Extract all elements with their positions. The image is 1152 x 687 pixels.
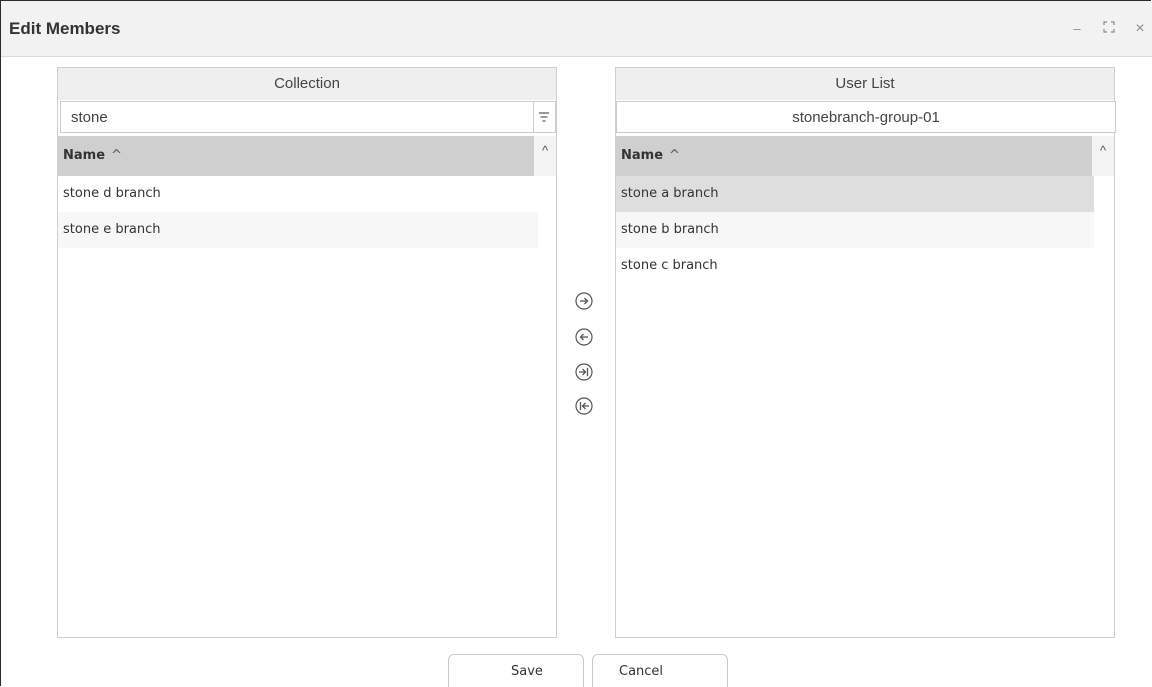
user-list-header: User List (616, 68, 1114, 100)
list-item[interactable]: stone c branch (616, 248, 1094, 284)
filter-icon[interactable] (534, 101, 556, 133)
group-name-field[interactable] (616, 101, 1116, 133)
list-item[interactable]: stone e branch (58, 212, 538, 248)
maximize-icon[interactable] (1101, 21, 1117, 37)
dialog-title: Edit Members (9, 19, 121, 38)
cancel-button[interactable]: Cancel (592, 654, 728, 687)
list-item[interactable]: stone b branch (616, 212, 1094, 248)
sort-caret-icon: ^ (111, 148, 122, 163)
collection-panel: Collection Name ^ ^ stone d branch stone … (57, 67, 557, 638)
title-bar: Edit Members – × (1, 1, 1152, 57)
name-column-label: Name (621, 148, 664, 163)
collection-header: Collection (58, 68, 556, 100)
user-list-panel: User List Name ^ ^ stone a branch stone b… (615, 67, 1116, 638)
name-column-header[interactable]: Name ^ (616, 136, 1092, 176)
move-all-right-icon[interactable] (574, 362, 594, 382)
minimize-icon[interactable]: – (1069, 21, 1085, 37)
scroll-up-icon[interactable]: ^ (534, 136, 556, 176)
edit-members-dialog: Edit Members – × Collection Name ^ ^ ston… (0, 0, 1152, 687)
name-column-header[interactable]: Name ^ (58, 136, 534, 176)
list-item[interactable]: stone d branch (58, 176, 538, 212)
move-left-icon[interactable] (574, 327, 594, 347)
move-all-left-icon[interactable] (574, 396, 594, 416)
close-icon[interactable]: × (1132, 21, 1148, 37)
list-item[interactable]: stone a branch (616, 176, 1094, 212)
user-list: stone a branch stone b branch stone c br… (616, 176, 1094, 284)
collection-list: stone d branch stone e branch (58, 176, 538, 248)
sort-caret-icon: ^ (669, 148, 680, 163)
name-column-label: Name (63, 148, 106, 163)
scroll-up-icon[interactable]: ^ (1092, 136, 1114, 176)
move-right-icon[interactable] (574, 291, 594, 311)
collection-search-input[interactable] (60, 101, 534, 133)
save-button[interactable]: Save (448, 654, 584, 687)
